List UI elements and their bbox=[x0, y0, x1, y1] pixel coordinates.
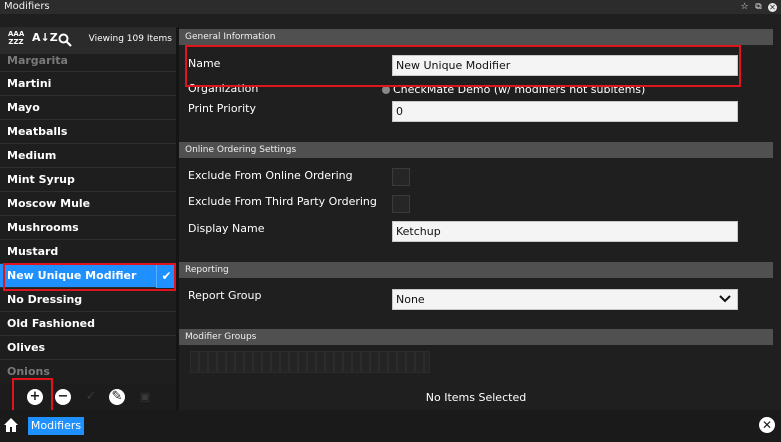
star-icon[interactable]: ☆ bbox=[740, 2, 749, 12]
print-priority-field[interactable]: 0 bbox=[392, 101, 738, 122]
list-item-label: Old Fashioned bbox=[7, 317, 95, 330]
modifiers-window: Modifiers ☆ ⧉ ✕ AAA ZZZ A↓Z Viewing 109 … bbox=[0, 0, 781, 442]
list-item[interactable]: Moscow Mule bbox=[0, 192, 176, 216]
exclude-online-label: Exclude From Online Ordering bbox=[188, 169, 353, 182]
close-icon[interactable]: ✕ bbox=[759, 417, 775, 433]
sort-az-label: A↓Z bbox=[32, 31, 58, 44]
name-field-highlight bbox=[185, 45, 741, 87]
sort-az-button[interactable]: A↓Z bbox=[32, 31, 58, 51]
list-item[interactable]: Margarita bbox=[0, 54, 176, 72]
radio-icon bbox=[382, 86, 390, 94]
list-item-label: Mayo bbox=[7, 101, 40, 114]
remove-icon[interactable]: − bbox=[55, 389, 71, 405]
list-item-label: Margarita bbox=[7, 54, 68, 67]
report-group-value: None bbox=[396, 293, 425, 306]
list-item[interactable]: Mayo bbox=[0, 96, 176, 120]
list-item-label: Meatballs bbox=[7, 125, 68, 138]
section-header-groups: Modifier Groups bbox=[179, 329, 773, 345]
list-item-label: Mustard bbox=[7, 245, 59, 258]
list-item[interactable]: Medium bbox=[0, 144, 176, 168]
list-item-label: Olives bbox=[7, 341, 46, 354]
display-name-field[interactable]: Ketchup bbox=[392, 221, 738, 242]
list-item-label: Moscow Mule bbox=[7, 197, 91, 210]
list-item-label: Medium bbox=[7, 149, 57, 162]
exclude-third-party-checkbox[interactable] bbox=[392, 195, 410, 213]
search-icon[interactable] bbox=[58, 33, 72, 47]
section-header-reporting: Reporting bbox=[179, 262, 773, 278]
modifier-list[interactable]: Margarita Martini Mayo Meatballs Medium … bbox=[0, 54, 176, 404]
sort-alpha-button[interactable]: AAA ZZZ bbox=[8, 30, 24, 50]
window-controls: ☆ ⧉ ✕ bbox=[740, 0, 777, 14]
list-toolbar: AAA ZZZ A↓Z Viewing 109 Items bbox=[0, 27, 176, 54]
list-item[interactable]: No Dressing bbox=[0, 288, 176, 312]
print-priority-label: Print Priority bbox=[188, 102, 256, 115]
sort-alpha-label: AAA ZZZ bbox=[8, 30, 25, 46]
list-item[interactable]: Olives bbox=[0, 336, 176, 360]
list-item-label: Onions bbox=[7, 365, 50, 378]
display-name-label: Display Name bbox=[188, 222, 265, 235]
list-item[interactable]: Mustard bbox=[0, 240, 176, 264]
section-header-online: Online Ordering Settings bbox=[179, 142, 773, 158]
copy-icon[interactable]: ▣ bbox=[137, 389, 153, 405]
list-item[interactable]: Mushrooms bbox=[0, 216, 176, 240]
confirm-icon[interactable]: ✓ bbox=[83, 389, 99, 405]
viewing-count: Viewing 109 Items bbox=[88, 34, 172, 44]
tab-modifiers[interactable]: Modifiers bbox=[28, 417, 84, 435]
exclude-online-checkbox[interactable] bbox=[392, 168, 410, 186]
list-item-label: Mint Syrup bbox=[7, 173, 75, 186]
edit-icon[interactable]: ✎ bbox=[109, 389, 125, 405]
selected-item-highlight bbox=[3, 263, 176, 291]
exclude-third-party-label: Exclude From Third Party Ordering bbox=[188, 195, 377, 208]
list-item[interactable]: Old Fashioned bbox=[0, 312, 176, 336]
section-header-general: General Information bbox=[179, 29, 773, 45]
title-bar: Modifiers ☆ ⧉ ✕ bbox=[0, 0, 781, 14]
restore-icon[interactable]: ⧉ bbox=[754, 2, 763, 12]
add-button-highlight bbox=[12, 378, 53, 412]
list-item-label: Mushrooms bbox=[7, 221, 79, 234]
modifier-list-panel: AAA ZZZ A↓Z Viewing 109 Items Margarita … bbox=[0, 27, 176, 410]
detail-panel: General Information Name New Unique Modi… bbox=[179, 27, 781, 383]
bottom-bar: Modifiers ✕ bbox=[0, 410, 781, 442]
list-item[interactable]: Mint Syrup bbox=[0, 168, 176, 192]
list-item-label: Martini bbox=[7, 77, 52, 90]
report-group-label: Report Group bbox=[188, 289, 262, 302]
no-items-status: No Items Selected bbox=[179, 383, 773, 410]
list-item[interactable]: Martini bbox=[0, 72, 176, 96]
list-item-label: No Dressing bbox=[7, 293, 83, 306]
modifier-groups-strip[interactable] bbox=[190, 351, 430, 373]
report-group-select[interactable]: None bbox=[392, 289, 738, 310]
home-icon[interactable] bbox=[3, 417, 19, 433]
window-title: Modifiers bbox=[4, 1, 50, 12]
chevron-down-icon bbox=[719, 295, 731, 303]
close-window-icon[interactable]: ✕ bbox=[768, 2, 777, 12]
list-item[interactable]: Meatballs bbox=[0, 120, 176, 144]
